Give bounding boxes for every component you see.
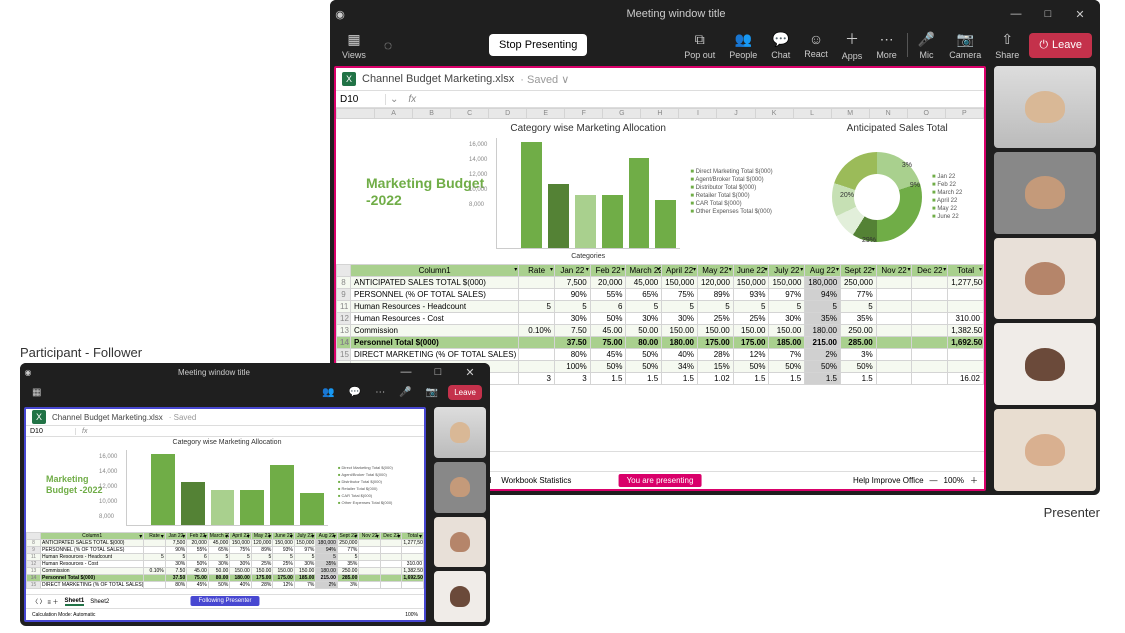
participant-tile[interactable]: Krystal Mckinney — [994, 66, 1096, 148]
leave-button[interactable]: ⏻Leave — [1029, 33, 1092, 58]
react-button[interactable]: ☺React — [800, 29, 832, 61]
sheet-title: Marketing Budget -2022 — [366, 123, 486, 260]
fx-label: fx — [402, 94, 422, 105]
meeting-toolbar: ▦Views ◌ Stop Presenting ⧉Pop out 👥Peopl… — [330, 28, 1100, 62]
participants-sidebar: Krystal MckinneyDaniela ManderaBabak Sha… — [990, 62, 1100, 495]
column-headers[interactable]: ABCDEFGHIJKLMNOP — [337, 109, 984, 119]
popout-button[interactable]: ⧉Pop out — [680, 29, 719, 62]
presenting-badge: You are presenting — [619, 474, 702, 487]
share-button[interactable]: ⇧Share — [991, 29, 1023, 62]
participant-tile[interactable]: Reta Taylor — [994, 323, 1096, 405]
namebox-dropdown[interactable]: ⌄ — [386, 94, 402, 105]
camera-button[interactable]: 📷Camera — [945, 29, 985, 62]
participant-tile[interactable]: Daniela Mandera — [994, 152, 1096, 234]
formula-bar[interactable]: D10 ⌄ fx — [336, 90, 984, 108]
apps-button[interactable]: ＋Apps — [838, 27, 867, 63]
mic-button[interactable]: 🎤Mic — [914, 29, 939, 62]
donut-chart[interactable]: Anticipated Sales Total 20% 29% 9% 3% Ja… — [820, 123, 974, 260]
participant-tile[interactable]: Krystal Mckinney — [434, 407, 486, 458]
file-name: Channel Budget Marketing.xlsx — [362, 73, 514, 85]
window-title: Meeting window title — [350, 8, 1002, 20]
bar-chart-legend: Direct Marketing Total $(000)Agent/Broke… — [690, 123, 810, 260]
participant-tile[interactable]: Daniela Mandera — [434, 462, 486, 513]
participant-tile[interactable]: Babak Shammas — [994, 238, 1096, 320]
participants-sidebar-small: Krystal MckinneyDaniela ManderaBabak Sha… — [430, 403, 490, 626]
minimize-button[interactable]: — — [1002, 4, 1030, 24]
data-table-small: Column1▾Rate▾Jan 22▾Feb 22▾March 22▾Apri… — [26, 532, 424, 589]
titlebar: ◉ Meeting window title —□✕ — [20, 363, 490, 381]
views-button[interactable]: ▦Views — [338, 29, 370, 62]
chat-button[interactable]: 💬Chat — [767, 29, 794, 62]
bar-chart[interactable]: Category wise Marketing Allocation Categ… — [496, 123, 680, 260]
app-icon: ◉ — [330, 8, 350, 21]
maximize-button[interactable]: □ — [1034, 4, 1062, 24]
bar-chart-bars — [496, 138, 680, 249]
more-button[interactable]: ⋯More — [872, 29, 901, 62]
bar-chart-legend-small: Direct Marketing Total $(000)Agent/Broke… — [338, 439, 418, 530]
titlebar: ◉ Meeting window title — □ ✕ — [330, 0, 1100, 28]
people-button[interactable]: 👥People — [725, 29, 761, 62]
participant-tile[interactable]: Reta Taylor — [434, 571, 486, 622]
participant-tile[interactable]: Serena Davis — [994, 409, 1096, 491]
file-bar: X Channel Budget Marketing.xlsx · Saved … — [336, 68, 984, 90]
following-badge[interactable]: Following Presenter — [190, 596, 259, 606]
participant-label: Participant - Follower — [20, 345, 142, 360]
loading-icon: ◌ — [380, 35, 396, 55]
donut: 20% 29% 9% 3% — [832, 152, 922, 242]
name-box[interactable]: D10 — [336, 94, 386, 105]
participant-tile[interactable]: Babak Shammas — [434, 517, 486, 568]
donut-legend: Jan 22Feb 22March 22April 22May 22June 2… — [932, 174, 962, 220]
close-button[interactable]: ✕ — [1066, 4, 1094, 24]
presenter-label: Presenter — [1044, 505, 1100, 520]
follower-window: ◉ Meeting window title —□✕ ▦ 👥 💬 ⋯ 🎤 📷 L… — [20, 363, 490, 626]
stop-presenting-button[interactable]: Stop Presenting — [489, 34, 587, 56]
shared-content-small: XChannel Budget Marketing.xlsx · Saved D… — [24, 407, 426, 622]
excel-icon: X — [342, 72, 356, 86]
